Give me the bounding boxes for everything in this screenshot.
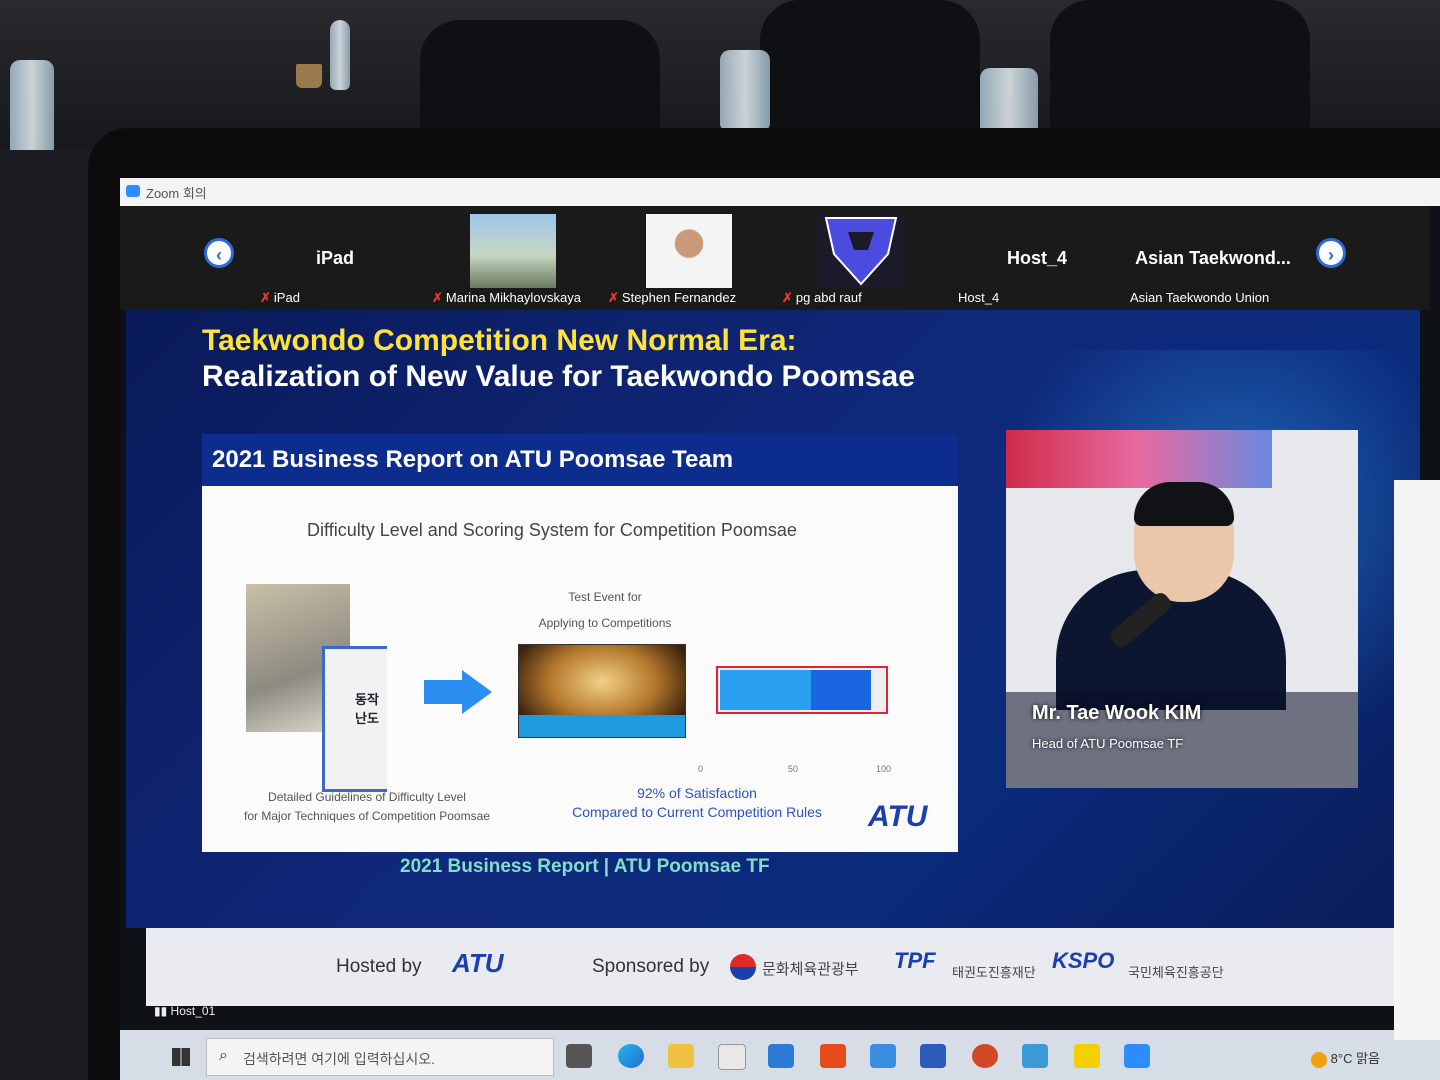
mic-muted-icon: ✗ <box>608 290 619 305</box>
decepticon-logo-icon <box>824 217 898 286</box>
participant-video-thumbnail <box>646 214 732 288</box>
caption-guidelines: Detailed Guidelines of Difficulty Level … <box>222 788 512 826</box>
store-icon[interactable] <box>718 1044 746 1070</box>
caption-line: Detailed Guidelines of Difficulty Level <box>268 790 466 804</box>
prev-page-button[interactable]: ‹ <box>204 238 234 268</box>
hosted-by-label: Hosted by <box>336 956 422 977</box>
slide-footer: 2021 Business Report | ATU Poomsae TF <box>400 856 770 877</box>
zoom-screen: Zoom 회의 ‹ iPad ✗ iPad ✗ Marina Mikhaylovsk… <box>120 178 1440 1080</box>
kspo-logo: KSPO <box>1052 948 1115 973</box>
atu-logo: ATU <box>868 800 928 833</box>
photos-icon[interactable] <box>1022 1044 1048 1068</box>
sponsor-ministry: 문화체육관광부 <box>762 961 859 978</box>
test-event-label: Applying to Competitions <box>538 616 672 630</box>
participant-name: Asian Taekwondo Union <box>1130 290 1270 305</box>
participant-label: iPad <box>315 248 354 268</box>
axis-tick: 100 <box>876 764 892 774</box>
avatar <box>818 214 904 288</box>
weather-text: 8°C 맑음 <box>1330 1051 1380 1066</box>
windows-taskbar: ⌕ 검색하려면 여기에 입력하십시오. 8°C 맑음 <box>120 1030 1440 1080</box>
next-page-button[interactable]: › <box>1316 238 1346 268</box>
competition-stage-photo <box>518 644 686 738</box>
taegeuk-icon <box>730 954 756 980</box>
sun-icon <box>1310 1051 1327 1068</box>
speaker-video: Mr. Tae Wook KIM Head of ATU Poomsae TF <box>1006 430 1358 788</box>
active-speaker-label: ▮▮ Host_01 <box>154 1004 215 1018</box>
speaker-role: Head of ATU Poomsae TF <box>1032 736 1184 751</box>
mic-muted-icon: ✗ <box>432 290 443 305</box>
satisfaction-bar-highlight <box>811 670 871 710</box>
report-card: 2021 Business Report on ATU Poomsae Team… <box>202 434 958 852</box>
slide-subtitle: Realization of New Value for Taekwondo P… <box>202 360 915 393</box>
edge-icon[interactable] <box>618 1044 644 1068</box>
zoom-taskbar-icon[interactable] <box>1124 1044 1150 1068</box>
atu-logo: ATU <box>452 948 504 978</box>
axis-tick: 50 <box>788 764 799 774</box>
app-icon[interactable] <box>870 1044 896 1068</box>
taskbar-search-input[interactable]: ⌕ 검색하려면 여기에 입력하십시오. <box>206 1038 554 1076</box>
participant-name: pg abd rauf <box>795 290 862 305</box>
mail-icon[interactable] <box>768 1044 794 1068</box>
sponsored-by-label: Sponsored by <box>592 956 710 977</box>
window-title: Zoom 회의 <box>146 186 207 201</box>
water-bottle <box>330 20 350 90</box>
paper-cup <box>296 64 322 88</box>
water-bottle <box>720 50 770 130</box>
shared-slide: Taekwondo Competition New Normal Era: Re… <box>126 310 1420 928</box>
windows-start-icon[interactable] <box>172 1048 190 1066</box>
weather-widget[interactable]: 8°C 맑음 <box>1310 1048 1380 1068</box>
word-icon[interactable] <box>920 1044 946 1068</box>
file-explorer-icon[interactable] <box>668 1044 694 1068</box>
participant-tile[interactable]: Asian Taekwond... Asian Taekwondo Union <box>1128 210 1291 306</box>
axis-tick: 0 <box>698 764 704 774</box>
caption-line: Compared to Current Competition Rules <box>572 804 822 820</box>
participant-tile[interactable]: ✗ Stephen Fernandez <box>608 210 764 306</box>
video-background <box>1006 430 1272 488</box>
search-placeholder: 검색하려면 여기에 입력하십시오. <box>243 1051 435 1067</box>
task-view-icon[interactable] <box>566 1044 592 1068</box>
participant-tile[interactable]: ✗ pg abd rauf <box>782 210 936 306</box>
caption-line: 92% of Satisfaction <box>637 785 757 801</box>
participant-video-thumbnail <box>470 214 556 288</box>
signal-icon: ▮▮ <box>154 1004 171 1018</box>
kspo-sub: 국민체육진흥공단 <box>1128 965 1224 980</box>
report-subtitle: Difficulty Level and Scoring System for … <box>307 520 797 540</box>
participant-strip: ‹ iPad ✗ iPad ✗ Marina Mikhaylovskaya ✗ Ste… <box>120 206 1430 310</box>
active-speaker-name: Host_01 <box>170 1004 216 1018</box>
mic-muted-icon: ✗ <box>782 290 793 305</box>
mic-muted-icon: ✗ <box>260 290 271 305</box>
tpf-logo: TPF <box>894 948 936 973</box>
side-panel <box>1394 480 1440 1040</box>
sponsor-bar: Hosted by ATU Sponsored by 문화체육관광부 TPF 태… <box>146 928 1402 1006</box>
participant-tile[interactable]: Host_4 Host_4 <box>958 210 1112 306</box>
participant-label: Host_4 <box>1006 248 1068 268</box>
powerpoint-icon[interactable] <box>972 1044 998 1068</box>
tpf-sub: 태권도진흥재단 <box>952 965 1036 980</box>
zoom-icon <box>126 185 140 197</box>
guideline-book-cover: 동작 난도 <box>322 646 387 792</box>
caption-line: for Major Techniques of Competition Poom… <box>244 809 490 823</box>
participant-tile[interactable]: ✗ Marina Mikhaylovskaya <box>432 210 588 306</box>
slide-title: Taekwondo Competition New Normal Era: <box>202 324 797 357</box>
participant-tile[interactable]: iPad ✗ iPad <box>260 210 410 306</box>
window-titlebar: Zoom 회의 <box>120 178 1440 206</box>
water-bottle <box>10 60 54 150</box>
satisfaction-bar-chart <box>716 666 888 714</box>
book-title: 동작 난도 <box>355 692 379 726</box>
kakaotalk-icon[interactable] <box>1074 1044 1100 1068</box>
participant-name: Stephen Fernandez <box>621 290 737 305</box>
speaker-hair <box>1134 482 1234 526</box>
participant-name: iPad <box>273 290 300 305</box>
search-icon: ⌕ <box>219 1047 228 1064</box>
participant-name: Marina Mikhaylovskaya <box>445 290 582 305</box>
satisfaction-bar <box>720 670 811 710</box>
participant-name: Host_4 <box>958 290 1000 305</box>
speaker-name: Mr. Tae Wook KIM <box>1032 702 1202 724</box>
report-header: 2021 Business Report on ATU Poomsae Team <box>202 434 958 486</box>
participant-label: Asian Taekwond... <box>1135 248 1291 268</box>
office-icon[interactable] <box>820 1044 846 1068</box>
test-event-label: Test Event for <box>568 590 642 604</box>
caption-satisfaction: 92% of Satisfaction Compared to Current … <box>532 784 862 822</box>
